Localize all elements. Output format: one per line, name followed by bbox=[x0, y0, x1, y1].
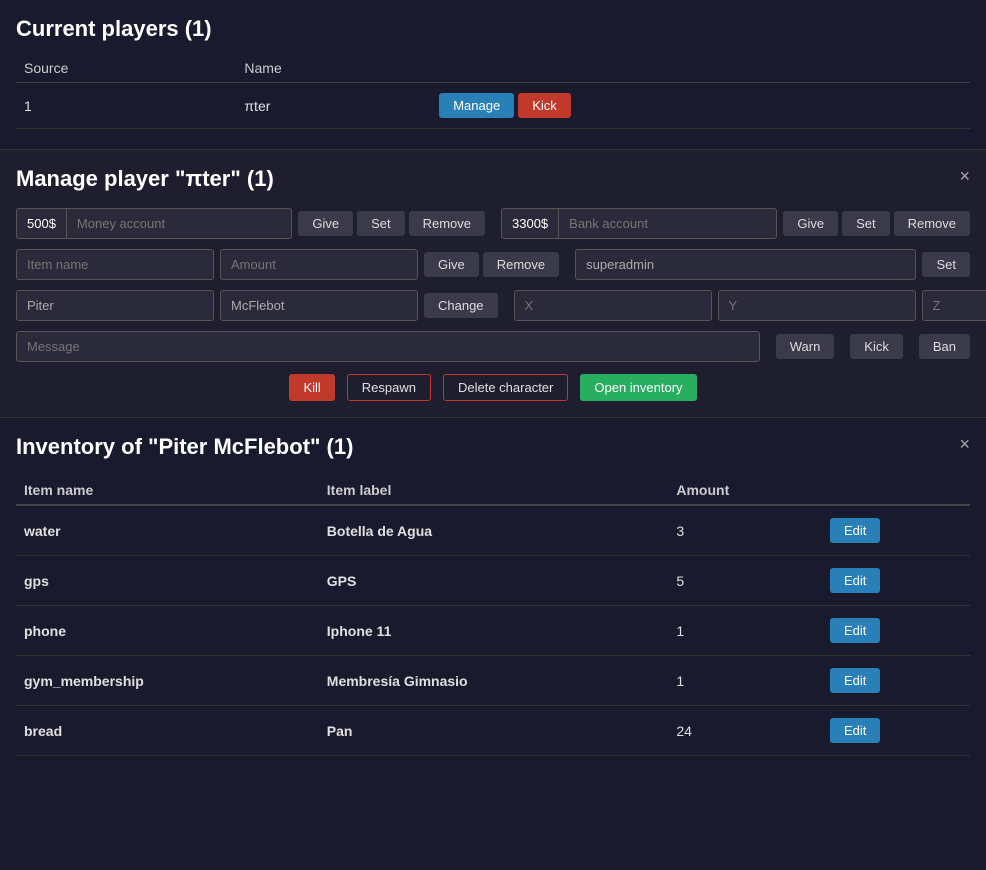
manage-button[interactable]: Manage bbox=[439, 93, 514, 118]
inv-col-label: Item label bbox=[319, 476, 669, 505]
group-input[interactable] bbox=[575, 249, 916, 280]
inv-edit-button[interactable]: Edit bbox=[830, 668, 880, 693]
item-btn-group: Give Remove bbox=[424, 252, 559, 277]
money-account-input[interactable] bbox=[66, 208, 292, 239]
col-actions bbox=[431, 54, 970, 83]
name-group: Change bbox=[16, 290, 498, 321]
current-players-title: Current players (1) bbox=[16, 16, 970, 42]
money-give-button[interactable]: Give bbox=[298, 211, 353, 236]
item-group: Give Remove bbox=[16, 249, 559, 280]
bank-btn-group: Give Set Remove bbox=[783, 211, 970, 236]
inv-item-label: Iphone 11 bbox=[319, 606, 669, 656]
inv-item-label: Membresía Gimnasio bbox=[319, 656, 669, 706]
item-group-row: Give Remove Set bbox=[16, 249, 970, 280]
message-row: Warn Kick Ban bbox=[16, 331, 970, 362]
inv-edit-button[interactable]: Edit bbox=[830, 568, 880, 593]
inventory-title: Inventory of "Piter McFlebot" (1) bbox=[16, 434, 970, 460]
money-remove-button[interactable]: Remove bbox=[409, 211, 485, 236]
x-input[interactable] bbox=[514, 290, 712, 321]
manage-close-button[interactable]: × bbox=[959, 166, 970, 187]
player-name: πter bbox=[236, 83, 431, 129]
inv-item-label: Pan bbox=[319, 706, 669, 756]
inv-item-edit-cell: Edit bbox=[822, 706, 970, 756]
inv-item-edit-cell: Edit bbox=[822, 606, 970, 656]
player-source: 1 bbox=[16, 83, 236, 129]
action-row: Kill Respawn Delete character Open inven… bbox=[16, 374, 970, 401]
inv-item-label: GPS bbox=[319, 556, 669, 606]
warn-button[interactable]: Warn bbox=[776, 334, 835, 359]
manage-title: Manage player "πter" (1) bbox=[16, 166, 970, 192]
inventory-row: gym_membership Membresía Gimnasio 1 Edit bbox=[16, 656, 970, 706]
inv-edit-button[interactable]: Edit bbox=[830, 718, 880, 743]
bank-set-button[interactable]: Set bbox=[842, 211, 890, 236]
current-players-section: Current players (1) Source Name 1 πter M… bbox=[0, 0, 986, 150]
inv-item-label: Botella de Agua bbox=[319, 505, 669, 556]
money-prefix: 500$ bbox=[16, 208, 66, 239]
teleport-group: Teleport bbox=[514, 290, 986, 321]
inv-edit-button[interactable]: Edit bbox=[830, 618, 880, 643]
kick-player-button[interactable]: Kick bbox=[850, 334, 903, 359]
inv-item-name: gps bbox=[16, 556, 319, 606]
inv-item-amount: 1 bbox=[668, 606, 822, 656]
group-set-button[interactable]: Set bbox=[922, 252, 970, 277]
bank-account-input[interactable] bbox=[558, 208, 777, 239]
inv-item-edit-cell: Edit bbox=[822, 505, 970, 556]
player-actions: Manage Kick bbox=[431, 83, 970, 129]
item-amount-input[interactable] bbox=[220, 249, 418, 280]
inv-item-edit-cell: Edit bbox=[822, 656, 970, 706]
delete-character-button[interactable]: Delete character bbox=[443, 374, 568, 401]
inventory-row: gps GPS 5 Edit bbox=[16, 556, 970, 606]
item-name-input[interactable] bbox=[16, 249, 214, 280]
bank-input-group: 3300$ bbox=[501, 208, 777, 239]
item-give-button[interactable]: Give bbox=[424, 252, 479, 277]
inv-col-actions bbox=[822, 476, 970, 505]
bank-prefix: 3300$ bbox=[501, 208, 558, 239]
open-inventory-button[interactable]: Open inventory bbox=[580, 374, 696, 401]
inventory-row: bread Pan 24 Edit bbox=[16, 706, 970, 756]
inv-col-name: Item name bbox=[16, 476, 319, 505]
kill-button[interactable]: Kill bbox=[289, 374, 334, 401]
col-name: Name bbox=[236, 54, 431, 83]
inv-item-name: water bbox=[16, 505, 319, 556]
inv-item-amount: 24 bbox=[668, 706, 822, 756]
bank-give-button[interactable]: Give bbox=[783, 211, 838, 236]
money-group: 500$ Give Set Remove bbox=[16, 208, 485, 239]
inv-item-name: gym_membership bbox=[16, 656, 319, 706]
money-btn-group: Give Set Remove bbox=[298, 211, 485, 236]
money-input-group: 500$ bbox=[16, 208, 292, 239]
player-row: 1 πter Manage Kick bbox=[16, 83, 970, 129]
inv-item-name: phone bbox=[16, 606, 319, 656]
inv-item-name: bread bbox=[16, 706, 319, 756]
message-input[interactable] bbox=[16, 331, 760, 362]
last-name-input[interactable] bbox=[220, 290, 418, 321]
inventory-row: phone Iphone 11 1 Edit bbox=[16, 606, 970, 656]
kick-button[interactable]: Kick bbox=[518, 93, 571, 118]
name-teleport-row: Change Teleport bbox=[16, 290, 970, 321]
z-input[interactable] bbox=[922, 290, 986, 321]
inventory-row: water Botella de Agua 3 Edit bbox=[16, 505, 970, 556]
ban-button[interactable]: Ban bbox=[919, 334, 970, 359]
inventory-panel: Inventory of "Piter McFlebot" (1) × Item… bbox=[0, 418, 986, 772]
inv-edit-button[interactable]: Edit bbox=[830, 518, 880, 543]
inv-item-amount: 3 bbox=[668, 505, 822, 556]
money-set-button[interactable]: Set bbox=[357, 211, 405, 236]
inv-col-amount: Amount bbox=[668, 476, 822, 505]
inv-item-amount: 1 bbox=[668, 656, 822, 706]
bank-remove-button[interactable]: Remove bbox=[894, 211, 970, 236]
col-source: Source bbox=[16, 54, 236, 83]
manage-panel: Manage player "πter" (1) × 500$ Give Set… bbox=[0, 150, 986, 418]
group-group: Set bbox=[575, 249, 970, 280]
inv-item-amount: 5 bbox=[668, 556, 822, 606]
respawn-button[interactable]: Respawn bbox=[347, 374, 431, 401]
inv-item-edit-cell: Edit bbox=[822, 556, 970, 606]
inventory-table: Item name Item label Amount water Botell… bbox=[16, 476, 970, 756]
inventory-close-button[interactable]: × bbox=[959, 434, 970, 455]
first-name-input[interactable] bbox=[16, 290, 214, 321]
players-table: Source Name 1 πter Manage Kick bbox=[16, 54, 970, 129]
money-bank-row: 500$ Give Set Remove 3300$ Give Set Remo… bbox=[16, 208, 970, 239]
item-remove-button[interactable]: Remove bbox=[483, 252, 559, 277]
bank-group: 3300$ Give Set Remove bbox=[501, 208, 970, 239]
name-change-button[interactable]: Change bbox=[424, 293, 498, 318]
y-input[interactable] bbox=[718, 290, 916, 321]
